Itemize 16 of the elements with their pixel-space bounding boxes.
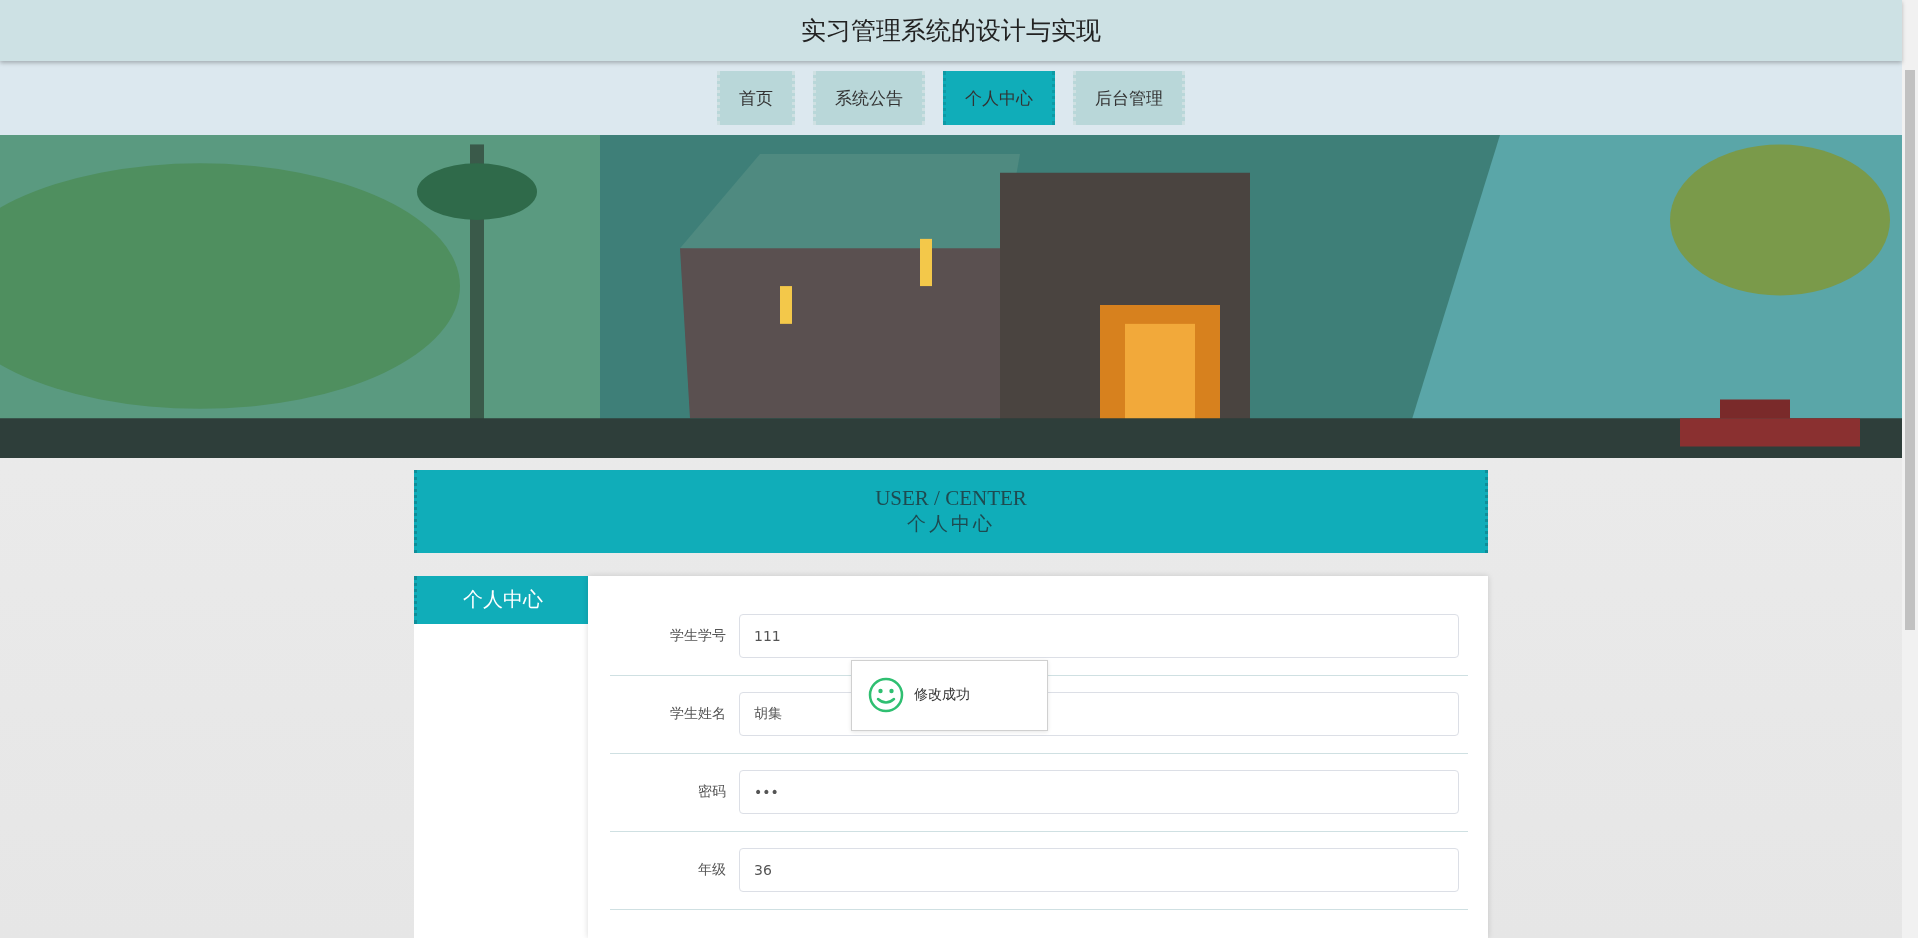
scrollbar[interactable]	[1902, 0, 1918, 938]
nav-tab[interactable]: 首页	[717, 71, 795, 126]
field-label: 学生学号	[669, 627, 727, 646]
nav-tab[interactable]: 系统公告	[813, 71, 925, 126]
nav-tab[interactable]: 个人中心	[943, 71, 1055, 126]
field-label: 密码	[697, 783, 727, 802]
section-title: 个人中心	[907, 512, 995, 537]
site-title: 实习管理系统的设计与实现	[801, 15, 1101, 48]
input-field[interactable]: 111	[739, 614, 1459, 659]
input-field[interactable]: 36	[739, 848, 1459, 893]
section-title-en: USER / CENTER	[875, 485, 1027, 512]
field-label: 学生姓名	[669, 705, 727, 724]
field-label: 年级	[697, 861, 727, 880]
smiley-icon	[868, 677, 904, 714]
nav-tab[interactable]: 后台管理	[1073, 71, 1185, 126]
input-field[interactable]: •••	[739, 770, 1459, 815]
